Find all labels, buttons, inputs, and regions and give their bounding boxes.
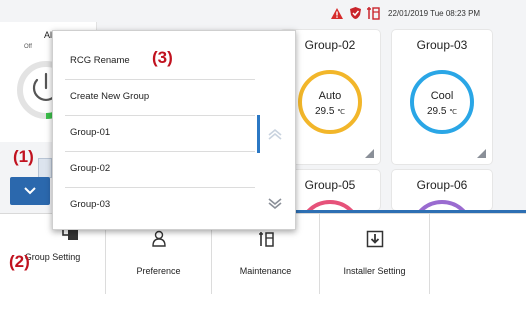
download-box-icon <box>366 230 383 248</box>
maintenance-icon <box>258 232 274 247</box>
callout-3: (3) <box>152 48 173 67</box>
menu-item-create-new-group[interactable]: Create New Group <box>53 79 253 115</box>
nav-label: Installer Setting <box>343 266 406 276</box>
shield-icon[interactable] <box>348 6 362 20</box>
collapse-menu-button[interactable] <box>10 177 50 205</box>
menu-item-label: Group-02 <box>70 163 111 174</box>
mode-ring: Auto 29.5 ℃ <box>298 70 362 134</box>
nav-label: Preference <box>136 266 181 276</box>
mode-ring: Cool 29.5 ℃ <box>410 70 474 134</box>
person-icon <box>151 230 166 247</box>
status-datetime: 22/01/2019 Tue 08:23 PM <box>388 8 481 18</box>
chevron-down-icon <box>24 187 36 195</box>
group-thumbnail <box>38 158 52 178</box>
mode-ring <box>298 200 362 210</box>
group-name: Group-06 <box>416 178 468 192</box>
temperature-value: 29.5 ℃ <box>426 106 458 117</box>
group-dropdown-menu: RCG Rename Create New Group Group-01 Gro… <box>52 30 296 230</box>
callout-1: (1) <box>13 147 34 166</box>
mode-label: Auto <box>318 90 342 102</box>
corner-expand-icon[interactable] <box>365 149 374 158</box>
menu-item-label: Group-03 <box>70 199 111 210</box>
group-name: Group-03 <box>416 38 468 52</box>
callout-2: (2) <box>9 252 30 271</box>
maintenance-icon[interactable] <box>366 6 380 20</box>
nav-installer-setting[interactable]: Installer Setting <box>320 214 430 294</box>
mode-label: Cool <box>430 90 454 102</box>
nav-label: Maintenance <box>239 266 292 276</box>
warning-triangle-icon[interactable] <box>330 6 344 20</box>
menu-item-group-02[interactable]: Group-02 <box>53 151 253 187</box>
menu-item-group-03[interactable]: Group-03 <box>53 187 253 223</box>
group-card-group-06[interactable]: Group-06 <box>392 170 492 210</box>
screen: 22/01/2019 Tue 08:23 PM All Off Group-02… <box>0 0 526 318</box>
menu-item-label: Create New Group <box>70 91 150 102</box>
chevron-down-icon[interactable] <box>265 195 285 213</box>
corner-expand-icon[interactable] <box>477 149 486 158</box>
status-bar: 22/01/2019 Tue 08:23 PM <box>330 4 526 22</box>
menu-item-label: Group-01 <box>70 127 111 138</box>
mode-ring <box>410 200 474 210</box>
group-card-group-03[interactable]: Group-03 Cool 29.5 ℃ <box>392 30 492 164</box>
power-state-label: Off <box>24 44 32 50</box>
menu-item-group-01[interactable]: Group-01 <box>53 115 253 151</box>
scroll-position-indicator[interactable] <box>257 115 260 153</box>
temperature-value: 29.5 ℃ <box>314 106 346 117</box>
chevron-up-icon[interactable] <box>265 125 285 143</box>
menu-item-label: RCG Rename <box>70 55 130 66</box>
